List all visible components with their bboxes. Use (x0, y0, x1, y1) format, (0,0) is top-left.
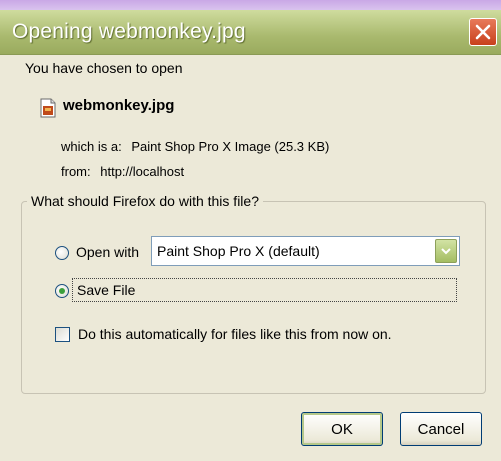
auto-action-checkbox[interactable] (55, 327, 70, 342)
close-icon (475, 24, 491, 40)
open-with-app-select[interactable]: Paint Shop Pro X (default) (151, 236, 460, 266)
open-with-app-value: Paint Shop Pro X (default) (157, 243, 320, 259)
save-file-label[interactable]: Save File (77, 282, 135, 298)
title-bar[interactable]: Opening webmonkey.jpg (0, 10, 501, 55)
open-with-label[interactable]: Open with (76, 244, 139, 260)
dropdown-button[interactable] (435, 239, 457, 263)
auto-action-label[interactable]: Do this automatically for files like thi… (78, 326, 392, 342)
file-type-label: which is a: (61, 139, 122, 154)
cancel-button[interactable]: Cancel (400, 412, 482, 446)
intro-text: You have chosen to open (25, 60, 183, 76)
action-group-legend: What should Firefox do with this file? (27, 193, 263, 209)
file-source-value: http://localhost (100, 164, 185, 179)
file-type-row: which is a: Paint Shop Pro X Image (25.3… (61, 139, 329, 154)
close-button[interactable] (469, 18, 497, 46)
file-name: webmonkey.jpg (63, 97, 175, 114)
file-source-row: from: http://localhost (61, 164, 184, 179)
desktop-strip (0, 0, 501, 10)
ok-button[interactable]: OK (301, 412, 383, 446)
window-title: Opening webmonkey.jpg (12, 20, 246, 43)
chevron-down-icon (441, 248, 451, 255)
open-with-radio[interactable] (55, 246, 69, 260)
save-file-radio[interactable] (55, 284, 69, 298)
file-type-value: Paint Shop Pro X Image (25.3 KB) (131, 139, 330, 154)
jpg-file-icon (40, 98, 56, 118)
file-source-label: from: (61, 164, 91, 179)
